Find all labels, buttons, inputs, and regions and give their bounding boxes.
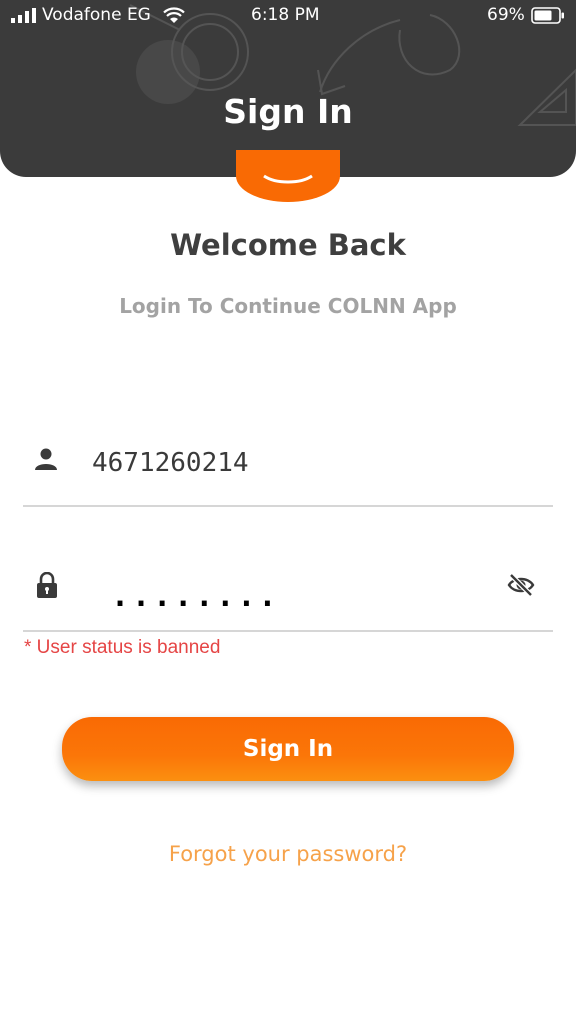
status-bar: Vodafone EG 6:18 PM 69%: [0, 0, 576, 32]
eye-off-icon[interactable]: [507, 571, 535, 599]
page-title: Sign In: [223, 92, 353, 131]
carrier-name: Vodafone EG: [42, 5, 151, 25]
password-input[interactable]: [111, 576, 491, 616]
error-message: * User status is banned: [24, 637, 221, 658]
username-input[interactable]: [92, 444, 492, 482]
signal-icon: [11, 8, 36, 23]
app-logo: [236, 150, 340, 202]
welcome-title: Welcome Back: [170, 228, 406, 262]
person-icon: [35, 448, 57, 470]
clock: 6:18 PM: [251, 5, 320, 25]
sign-in-button[interactable]: Sign In: [62, 717, 514, 781]
password-field: [23, 560, 553, 632]
battery-icon: [531, 7, 564, 24]
welcome-subtitle: Login To Continue COLNN App: [119, 294, 457, 318]
battery-percentage: 69%: [487, 5, 525, 25]
forgot-password-link[interactable]: Forgot your password?: [0, 842, 576, 866]
wifi-icon: [163, 7, 185, 23]
lock-icon: [37, 572, 57, 598]
username-field: [23, 430, 553, 507]
